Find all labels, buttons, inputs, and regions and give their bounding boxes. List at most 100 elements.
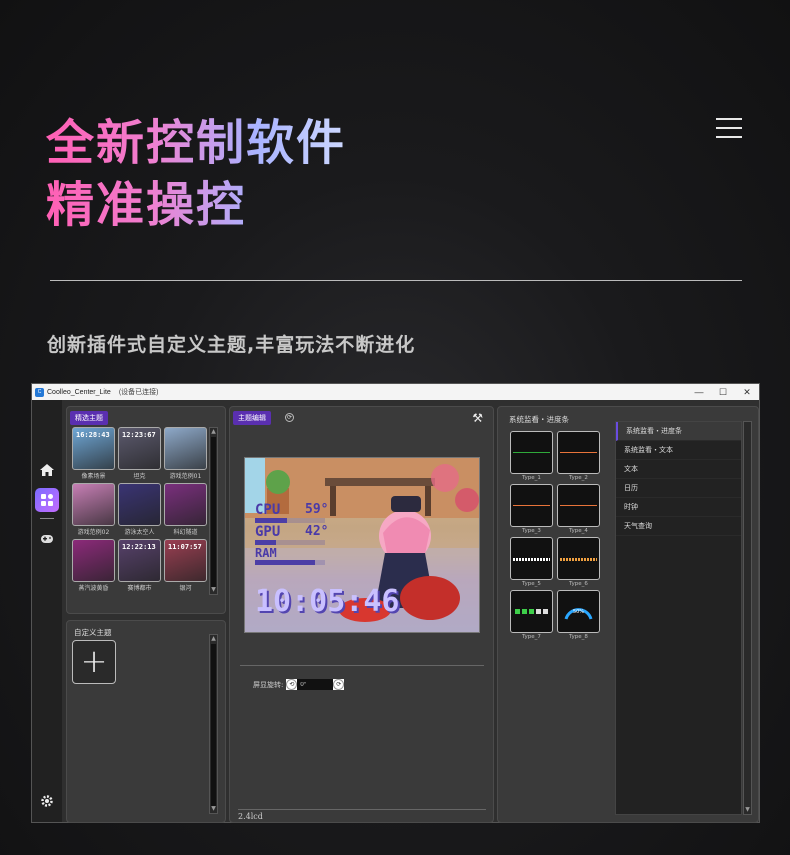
close-button[interactable]: ✕ — [735, 387, 759, 398]
theme-thumbnail[interactable]: 游戏范例01 — [164, 427, 207, 480]
theme-caption: 游戏范例02 — [77, 529, 110, 536]
widget-caption: Type_6 — [569, 581, 588, 587]
hero-title-line1: 全新控制软件 — [46, 115, 347, 171]
gamepad-icon[interactable] — [38, 532, 56, 550]
scroll-thumb[interactable] — [211, 437, 216, 587]
hero-title: 全新控制软件 精准操控 — [46, 112, 346, 236]
theme-caption: 游泳太空人 — [124, 529, 155, 536]
preview-cpu-value: 59° — [305, 502, 329, 517]
theme-caption: 蒸汽波黄昏 — [78, 585, 109, 592]
theme-thumbnail[interactable]: 12:22:13 赛博都市 — [118, 539, 161, 592]
hamburger-menu-icon[interactable] — [716, 118, 742, 138]
add-theme-button[interactable]: + — [72, 640, 116, 684]
custom-themes-label: 自定义主题 — [74, 628, 112, 637]
app-logo-icon: C — [35, 387, 44, 397]
theme-caption: 银河 — [179, 585, 192, 592]
widget-preview — [510, 537, 553, 580]
theme-thumbnail-image: 12:23:67 — [118, 427, 161, 470]
rotation-label: 屏显旋转: — [253, 680, 284, 689]
widget-caption: Type_3 — [522, 528, 541, 534]
theme-editor-tag: 主题编辑 — [233, 411, 271, 425]
custom-themes-panel: 自定义主题 + ▲ ▼ — [66, 620, 226, 823]
widget-category-item[interactable]: 系统监看・进度条 — [616, 422, 741, 441]
app-window: C Coolleo_Center_Lite (设备已连接) — ☐ ✕ 精选主题… — [31, 383, 760, 823]
widget-category-item[interactable]: 时钟 — [616, 498, 741, 517]
theme-caption: 赛博都市 — [127, 585, 152, 592]
widget-preview — [557, 537, 600, 580]
preview-ram-bar — [255, 560, 315, 565]
device-type: 2.4lcd — [238, 812, 263, 821]
widget-style[interactable]: Type_3 — [510, 484, 553, 534]
widget-category-item[interactable]: 文本 — [616, 460, 741, 479]
sidebar-divider — [40, 518, 54, 519]
preview-cpu-label: CPU — [255, 502, 281, 518]
theme-thumbnail-clock: 12:23:67 — [122, 431, 156, 439]
rotate-left-button[interactable]: ⟲ — [286, 679, 298, 690]
theme-thumbnail-image — [72, 483, 115, 526]
widget-caption: Type_1 — [522, 475, 541, 481]
widget-style[interactable]: Type_6 — [557, 537, 600, 587]
rotate-right-button[interactable]: ⟳ — [333, 679, 345, 690]
widget-preview — [510, 431, 553, 474]
widget-caption: Type_5 — [522, 581, 541, 587]
divider — [50, 280, 742, 281]
theme-thumbnail[interactable]: 16:28:43 像素场景 — [72, 427, 115, 480]
sidebar — [32, 400, 62, 822]
theme-thumbnail-image: 11:07:57 — [164, 539, 207, 582]
theme-thumbnail-image: 16:28:43 — [72, 427, 115, 470]
widget-category-item[interactable]: 天气查询 — [616, 517, 741, 536]
theme-thumbnail[interactable]: 游泳太空人 — [118, 483, 161, 536]
featured-themes-panel: 精选主题 16:28:43 像素场景 12:23:67 坦克 游戏范例01 游戏范例02 游… — [66, 406, 226, 614]
widget-caption: Type_4 — [569, 528, 588, 534]
theme-thumbnail-image — [164, 427, 207, 470]
preview-gpu-value: 42° — [305, 524, 329, 539]
widget-category-item[interactable]: 系统监看・文本 — [616, 441, 741, 460]
widget-preview — [510, 484, 553, 527]
maximize-button[interactable]: ☐ — [711, 387, 735, 398]
theme-thumbnail-clock: 11:07:57 — [168, 543, 202, 551]
widget-category-item[interactable]: 日历 — [616, 479, 741, 498]
featured-scrollbar[interactable]: ▲ ▼ — [209, 427, 218, 595]
widget-style[interactable]: 50% Type_8 — [557, 590, 600, 640]
home-icon[interactable] — [38, 462, 56, 480]
theme-caption: 科幻隧道 — [173, 529, 198, 536]
editor-footer-divider — [238, 809, 486, 810]
tools-icon[interactable]: ⚒ — [472, 411, 483, 425]
theme-thumbnail[interactable]: 蒸汽波黄昏 — [72, 539, 115, 592]
theme-thumbnail[interactable]: 11:07:57 银河 — [164, 539, 207, 592]
widget-style[interactable]: Type_1 — [510, 431, 553, 481]
minimize-button[interactable]: — — [687, 387, 711, 398]
theme-icon[interactable] — [35, 488, 59, 512]
widget-style[interactable]: Type_4 — [557, 484, 600, 534]
theme-thumbnail[interactable]: 科幻隧道 — [164, 483, 207, 536]
refresh-icon[interactable]: ⟳ — [285, 413, 294, 422]
editor-divider — [240, 665, 484, 666]
theme-thumbnail-image — [118, 483, 161, 526]
custom-scrollbar[interactable]: ▲ ▼ — [209, 634, 218, 814]
settings-icon[interactable] — [38, 794, 56, 812]
theme-editor-panel: 主题编辑 ⟳ ⚒ CPU 59° GPU 42° RAM 10:05:46 屏显… — [229, 406, 494, 823]
widget-style[interactable]: Type_7 — [510, 590, 553, 640]
widget-style[interactable]: Type_5 — [510, 537, 553, 587]
preview-ram-label: RAM — [255, 546, 277, 560]
widget-category-list: 系统监看・进度条 系统监看・文本 文本 日历 时钟 天气查询 — [615, 421, 742, 815]
hero-title-line2: 精准操控 — [46, 177, 247, 233]
featured-tag: 精选主题 — [70, 411, 108, 425]
theme-thumbnail[interactable]: 游戏范例02 — [72, 483, 115, 536]
preview-gpu-label: GPU — [255, 524, 281, 540]
widgets-scrollbar[interactable]: ▼ — [743, 421, 752, 815]
widget-preview — [557, 431, 600, 474]
widgets-label: 系统监看・进度条 — [509, 415, 569, 424]
widgets-panel: 系统监看・进度条 Type_1 Type_2 Type_3 Type_4 Type_5 T… — [497, 406, 759, 823]
preview-cpu-bar — [255, 518, 287, 523]
widget-style[interactable]: Type_2 — [557, 431, 600, 481]
theme-caption: 坦克 — [133, 473, 146, 480]
widget-preview — [510, 590, 553, 633]
rotation-input[interactable] — [297, 679, 334, 690]
theme-caption: 像素场景 — [81, 473, 106, 480]
widget-caption: Type_7 — [522, 634, 541, 640]
preview-gpu-bar — [255, 540, 276, 545]
theme-thumbnail[interactable]: 12:23:67 坦克 — [118, 427, 161, 480]
title-bar: C Coolleo_Center_Lite (设备已连接) — ☐ ✕ — [32, 384, 759, 400]
preview-clock: 10:05:46 — [255, 584, 400, 619]
